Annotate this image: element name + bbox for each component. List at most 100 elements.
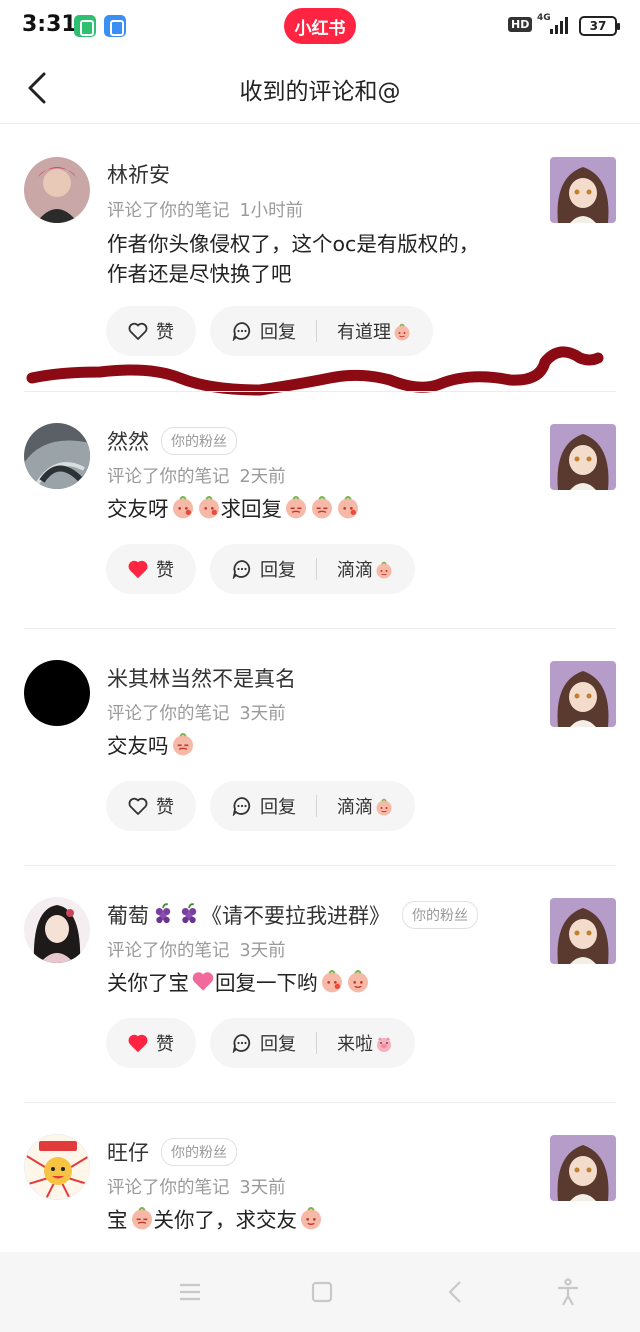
comment-item[interactable]: 旺仔 你的粉丝 评论了你的笔记 3天前 宝 关你了，求交友 [0,1103,640,1253]
reply-group: 回复 滴滴 [210,544,415,594]
face-emoji-icon [312,496,332,519]
name-row: 旺仔 你的粉丝 [107,1137,237,1167]
grape-icon [155,903,171,924]
user-name[interactable]: 然然 [107,426,149,456]
battery-level: 37 [589,19,607,33]
name-row: 林祈安 [107,159,170,189]
comment-segment: 关你了宝 [107,971,189,995]
comment-segment: 回复一下哟 [215,971,318,995]
comment-meta: 评论了你的笔记 3天前 [107,700,286,725]
quick-reply-button[interactable]: 滴滴 [337,556,393,582]
user-name[interactable]: 旺仔 [107,1137,149,1167]
reply-group: 回复 来啦 [210,1018,415,1068]
heart-icon [128,797,148,815]
quick-reply-label: 来啦 [337,1034,373,1055]
reply-button[interactable]: 回复 [260,1030,296,1056]
name-row: 然然 你的粉丝 [107,426,237,456]
heart-filled-icon [128,560,148,578]
comment-item[interactable]: 然然 你的粉丝 评论了你的笔记 2天前 交友呀 求回复 赞 回复 滴滴 [0,392,640,628]
top-bar: 收到的评论和@ [0,52,640,124]
face-emoji-icon [131,1207,152,1230]
security-shield-icon [74,15,96,37]
note-thumbnail[interactable] [550,898,616,964]
user-name[interactable]: 林祈安 [107,159,170,189]
action-text: 评论了你的笔记 [107,704,230,724]
screen: 3:31 小红书 HD 4G 37 收到的评论和@ 林祈安 评论了你的笔记 1小… [0,0,640,1332]
action-row: 赞 回复 滴滴 [106,544,415,594]
pig-emoji-icon [377,1037,391,1052]
face-emoji-icon [198,496,219,519]
face-emoji-icon [301,1207,321,1230]
avatar[interactable] [24,897,90,963]
comment-time: 3天前 [239,941,286,961]
comment-segment: 交友呀 [107,497,169,521]
battery-icon: 37 [579,16,620,36]
face-emoji-icon [376,798,392,816]
comment-meta: 评论了你的笔记 2天前 [107,463,286,488]
reply-button[interactable]: 回复 [260,556,296,582]
note-thumbnail[interactable] [550,661,616,727]
comment-bubble-icon [232,1033,252,1053]
system-nav-bar [0,1252,640,1332]
comment-time: 3天前 [239,1178,286,1198]
comment-time: 1小时前 [239,201,304,221]
comment-segment: 关你了，求交友 [153,1208,298,1232]
comment-text[interactable]: 作者你头像侵权了，这个oc是有版权的， 作者还是尽快换了吧 [107,229,527,289]
like-label: 赞 [156,1034,174,1055]
avatar[interactable] [24,157,90,223]
back-triangle-icon [448,1281,461,1303]
comment-time: 3天前 [239,704,286,724]
name-row: 葡萄 《请不要拉我进群》 你的粉丝 [107,900,478,930]
face-emoji-icon [394,323,410,341]
comment-text[interactable]: 交友吗 [107,731,527,761]
app-notification-icon [104,15,126,37]
action-text: 评论了你的笔记 [107,1178,230,1198]
face-emoji-icon [347,970,368,993]
reply-group: 回复 滴滴 [210,781,415,831]
accessibility-button[interactable] [550,1274,586,1310]
face-emoji-icon [338,496,358,519]
action-text: 评论了你的笔记 [107,201,230,221]
quick-reply-button[interactable]: 来啦 [337,1030,393,1056]
avatar[interactable] [24,423,90,489]
comment-text[interactable]: 关你了宝 回复一下哟 [107,968,527,998]
grape-icon [181,903,197,924]
fan-badge: 你的粉丝 [161,427,237,455]
fan-badge: 你的粉丝 [402,901,478,929]
like-button[interactable]: 赞 [106,781,196,831]
like-button[interactable]: 赞 [106,1018,196,1068]
user-name[interactable]: 米其林当然不是真名 [107,663,296,693]
note-thumbnail[interactable] [550,1135,616,1201]
user-name[interactable]: 葡萄 《请不要拉我进群》 [107,900,390,930]
nav-back-button[interactable] [438,1274,474,1310]
comment-time: 2天前 [239,467,286,487]
action-row: 赞 回复 滴滴 [106,781,415,831]
status-bar: 3:31 小红书 HD 4G 37 [0,0,640,52]
action-text: 评论了你的笔记 [107,941,230,961]
face-emoji-icon [286,496,306,519]
note-thumbnail[interactable] [550,424,616,490]
comment-item[interactable]: 葡萄 《请不要拉我进群》 你的粉丝 评论了你的笔记 3天前 关你了宝 回复一下哟 赞 [0,866,640,1102]
avatar[interactable] [24,660,90,726]
fan-badge: 你的粉丝 [161,1138,237,1166]
note-thumbnail[interactable] [550,157,616,223]
comment-line: 作者你头像侵权了，这个oc是有版权的， [107,232,480,256]
name-row: 米其林当然不是真名 [107,663,296,693]
face-emoji-icon [172,733,193,756]
comment-meta: 评论了你的笔记 1小时前 [107,197,303,222]
comment-text[interactable]: 交友呀 求回复 [107,494,527,524]
action-row: 赞 回复 来啦 [106,1018,415,1068]
comment-bubble-icon [232,796,252,816]
avatar[interactable] [24,1134,90,1200]
heart-filled-icon [128,1034,148,1052]
action-text: 评论了你的笔记 [107,467,230,487]
xiaohongshu-logo: 小红书 [284,8,356,44]
comment-item[interactable]: 米其林当然不是真名 评论了你的笔记 3天前 交友吗 赞 回复 滴滴 [0,629,640,865]
like-button[interactable]: 赞 [106,544,196,594]
reply-button[interactable]: 回复 [260,793,296,819]
menu-button[interactable] [172,1274,208,1310]
comment-text[interactable]: 宝 关你了，求交友 [107,1205,527,1235]
user-name-suffix: 《请不要拉我进群》 [201,904,390,928]
quick-reply-button[interactable]: 滴滴 [337,793,393,819]
home-button[interactable] [304,1274,340,1310]
